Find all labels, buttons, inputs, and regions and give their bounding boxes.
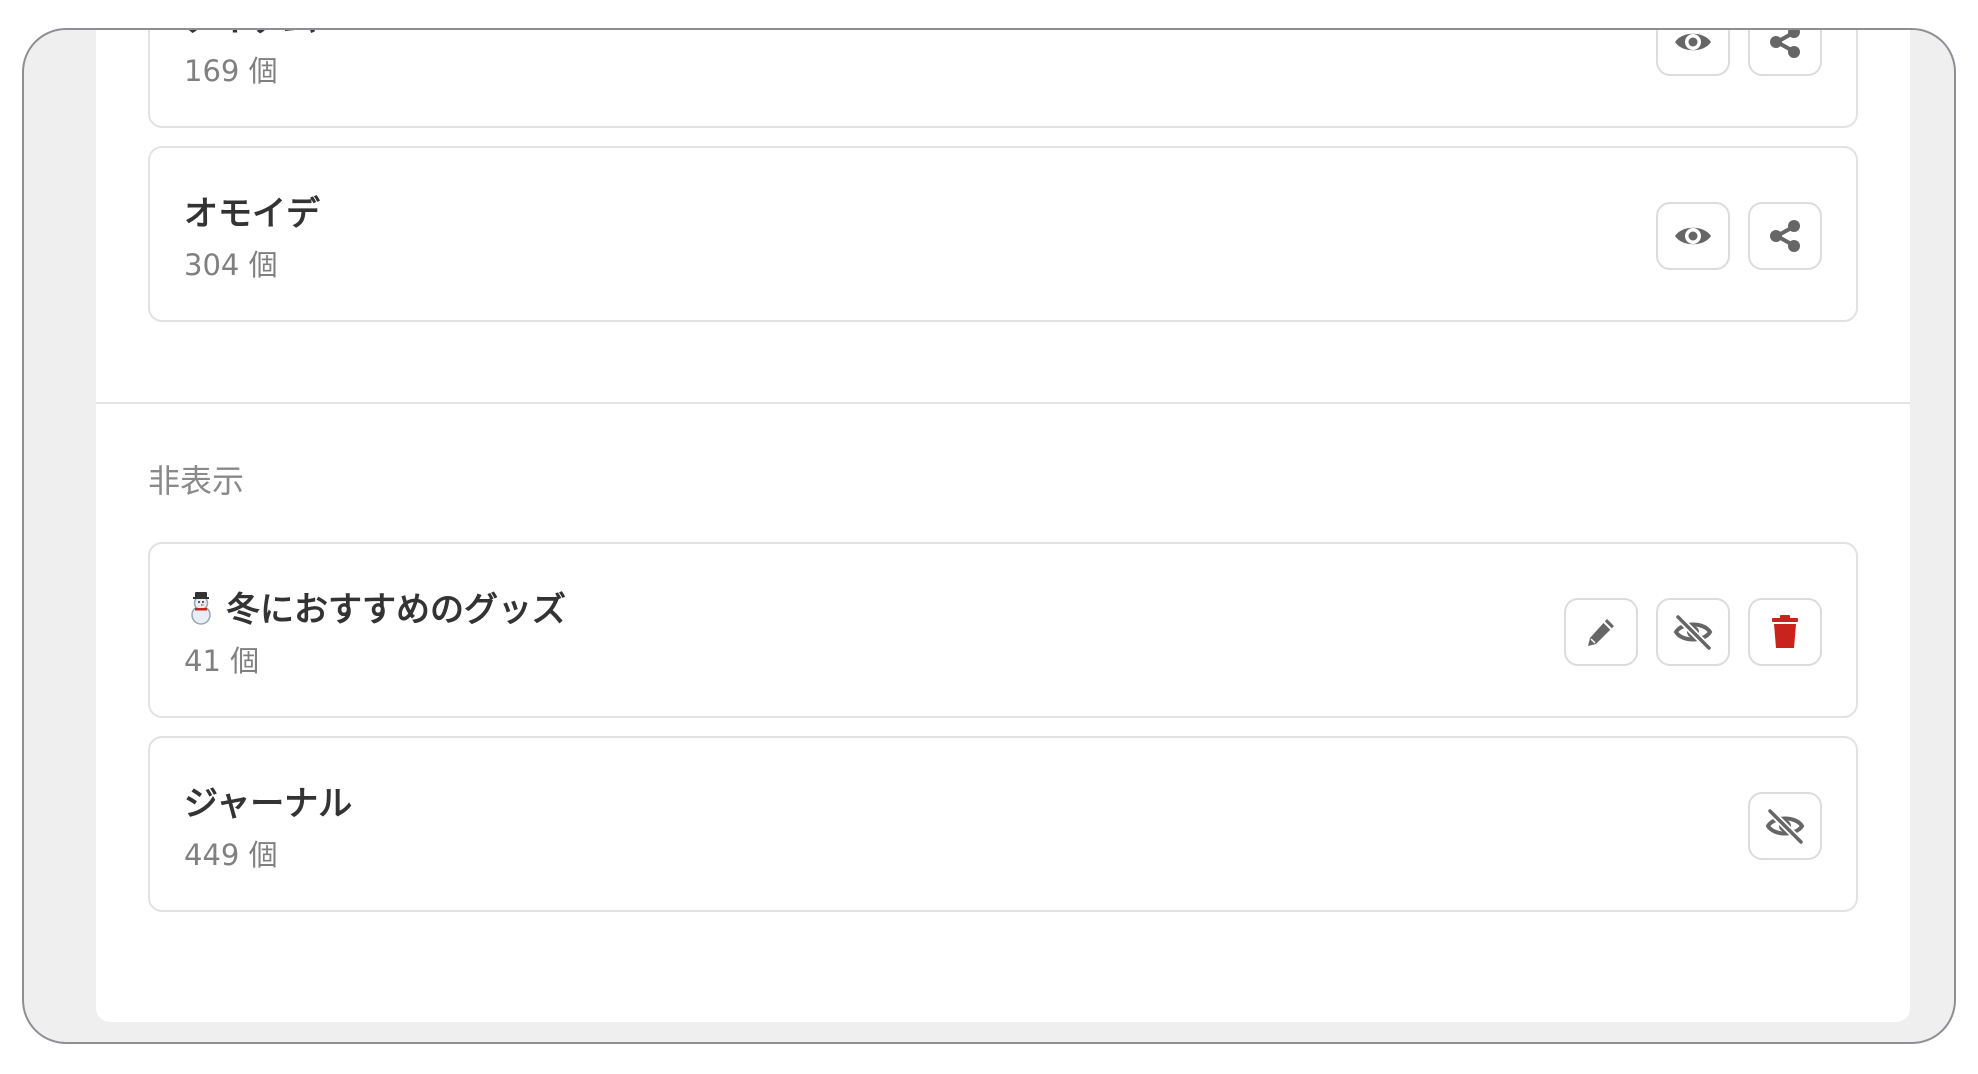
device-frame: アイテム 169 個 bbox=[22, 28, 1956, 1044]
visibility-toggle-button[interactable] bbox=[1656, 598, 1730, 666]
collection-card[interactable]: アイテム 169 個 bbox=[148, 30, 1858, 128]
card-actions bbox=[1656, 202, 1822, 270]
collection-title: アイテム bbox=[184, 30, 317, 41]
snowman-icon bbox=[191, 592, 211, 625]
share-icon bbox=[1770, 30, 1800, 58]
collection-title: 冬におすすめのグッズ bbox=[226, 590, 566, 630]
visibility-toggle-button[interactable] bbox=[1656, 202, 1730, 270]
edit-button[interactable] bbox=[1564, 598, 1638, 666]
eye-slash-icon bbox=[1765, 808, 1805, 845]
card-actions bbox=[1748, 792, 1822, 860]
pencil-icon bbox=[1588, 619, 1614, 646]
share-button[interactable] bbox=[1748, 30, 1822, 76]
share-icon bbox=[1770, 220, 1800, 252]
share-button[interactable] bbox=[1748, 202, 1822, 270]
visibility-toggle-button[interactable] bbox=[1748, 792, 1822, 860]
collection-count: 169 個 bbox=[184, 54, 278, 88]
eye-slash-icon bbox=[1673, 614, 1713, 651]
delete-button[interactable] bbox=[1748, 598, 1822, 666]
collection-card[interactable]: ジャーナル 449 個 bbox=[148, 736, 1858, 912]
collection-title: オモイデ bbox=[184, 194, 320, 234]
collection-count: 304 個 bbox=[184, 248, 278, 282]
card-actions bbox=[1564, 598, 1822, 666]
collection-card[interactable]: オモイデ 304 個 bbox=[148, 146, 1858, 322]
eye-icon bbox=[1675, 227, 1711, 245]
collection-count: 449 個 bbox=[184, 838, 278, 872]
hidden-section-heading: 非表示 bbox=[148, 462, 245, 500]
trash-icon bbox=[1772, 615, 1798, 648]
collection-card[interactable]: 冬におすすめのグッズ 41 個 bbox=[148, 542, 1858, 718]
eye-icon bbox=[1675, 33, 1711, 51]
collection-title-row: 冬におすすめのグッズ bbox=[184, 582, 566, 631]
collections-panel: アイテム 169 個 bbox=[96, 30, 1910, 1022]
visibility-toggle-button[interactable] bbox=[1656, 30, 1730, 76]
collection-count: 41 個 bbox=[184, 644, 260, 678]
collection-title: ジャーナル bbox=[184, 784, 353, 824]
section-divider bbox=[96, 402, 1910, 404]
card-actions bbox=[1656, 30, 1822, 76]
